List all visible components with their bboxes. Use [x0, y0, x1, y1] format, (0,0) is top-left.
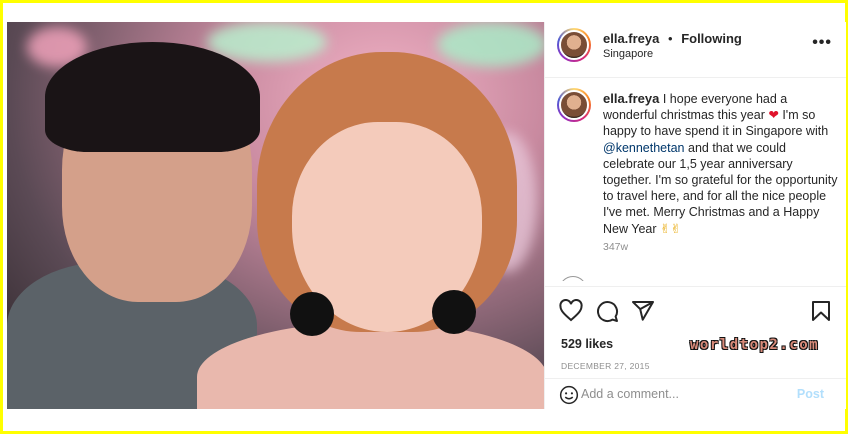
screenshot-frame: ella.freya • Following Singapore ••• ell… — [3, 3, 846, 431]
likes-count[interactable]: 529 likes — [561, 337, 613, 351]
post-photo[interactable] — [7, 22, 544, 409]
caption-username[interactable]: ella.freya — [603, 91, 659, 106]
post-header: ella.freya • Following Singapore ••• — [545, 22, 846, 78]
post-button[interactable]: Post — [797, 387, 824, 401]
avatar[interactable] — [557, 28, 591, 62]
bookmark-icon[interactable] — [809, 299, 833, 323]
post-sidebar: ella.freya • Following Singapore ••• ell… — [544, 22, 846, 409]
caption-area: ella.freya I hope everyone had a wonderf… — [545, 78, 846, 281]
comment-icon[interactable] — [595, 299, 619, 323]
next-comment — [559, 276, 839, 281]
post-age: 347w — [603, 241, 629, 253]
comment-avatar[interactable] — [559, 276, 587, 281]
comment-bar: Add a comment... Post — [545, 378, 846, 409]
more-horizontal-icon[interactable]: ••• — [812, 34, 832, 52]
following-button[interactable]: Following — [681, 31, 742, 46]
comment-input[interactable]: Add a comment... — [581, 387, 679, 401]
heart-icon[interactable] — [559, 299, 583, 323]
separator-dot: • — [668, 31, 673, 46]
mention-link[interactable]: @kennethetan — [603, 141, 685, 155]
victory-emoji: ✌✌ — [660, 221, 681, 236]
watermark: worldtop2.com — [690, 337, 820, 353]
heart-emoji: ❤ — [768, 108, 779, 123]
username-link[interactable]: ella.freya — [603, 31, 659, 46]
location-link[interactable]: Singapore — [603, 48, 653, 60]
share-icon[interactable] — [631, 299, 655, 323]
smiley-icon[interactable] — [559, 385, 579, 405]
post-date: DECEMBER 27, 2015 — [561, 361, 650, 371]
caption-text: ella.freya I hope everyone had a wonderf… — [603, 91, 838, 237]
caption-avatar[interactable] — [557, 88, 591, 122]
